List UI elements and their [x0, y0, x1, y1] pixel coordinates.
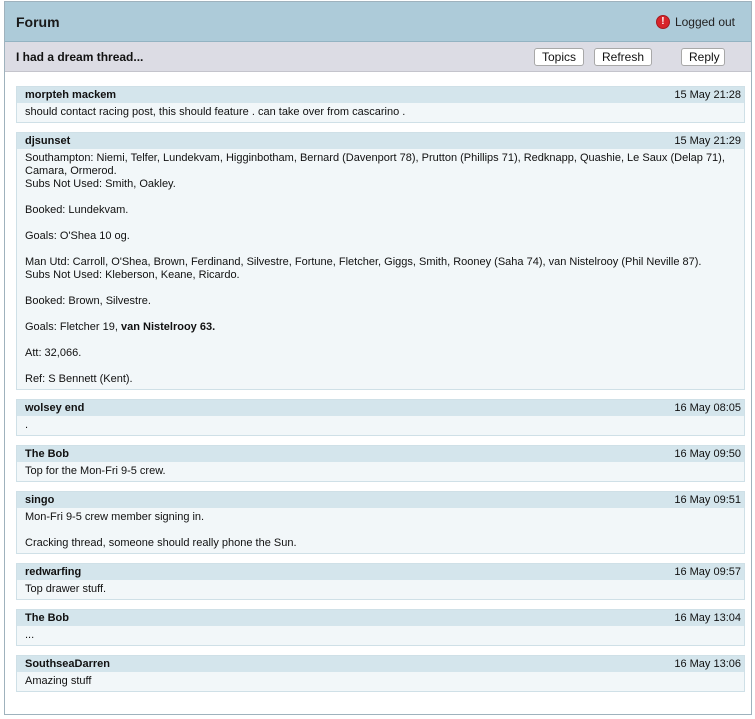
post-author[interactable]: redwarfing — [25, 566, 81, 578]
post-line: Mon-Fri 9-5 crew member signing in. — [25, 511, 205, 523]
post-author[interactable]: wolsey end — [25, 402, 84, 414]
post-body: Mon-Fri 9-5 crew member signing in. Crac… — [17, 508, 744, 553]
refresh-button[interactable]: Refresh — [594, 48, 653, 66]
thread-title: I had a dream thread... — [16, 49, 144, 64]
app-title: Forum — [16, 13, 60, 30]
post-body: should contact racing post, this should … — [17, 103, 744, 122]
post-time: 16 May 09:57 — [674, 566, 741, 578]
post-body: Amazing stuff — [17, 672, 744, 691]
post: SouthseaDarren 16 May 13:06 Amazing stuf… — [16, 655, 745, 692]
post-author[interactable]: The Bob — [25, 612, 69, 624]
post-time: 16 May 13:04 — [674, 612, 741, 624]
post-line: Goals: Fletcher 19, van Nistelrooy 63. — [25, 321, 736, 334]
header-bar: Forum ! Logged out — [5, 2, 751, 42]
post-body: ... — [17, 626, 744, 645]
post-header: redwarfing 16 May 09:57 — [17, 564, 744, 580]
post-header: SouthseaDarren 16 May 13:06 — [17, 656, 744, 672]
post-time: 15 May 21:28 — [674, 89, 741, 101]
login-status[interactable]: ! Logged out — [655, 14, 735, 29]
post-line: should contact racing post, this should … — [25, 106, 406, 118]
post-line: Booked: Brown, Silvestre. — [25, 295, 151, 307]
post-body: Southampton: Niemi, Telfer, Lundekvam, H… — [17, 149, 744, 389]
post: The Bob 16 May 13:04 ... — [16, 609, 745, 646]
post-author[interactable]: SouthseaDarren — [25, 658, 110, 670]
thread-toolbar: I had a dream thread... Topics Refresh R… — [5, 42, 751, 72]
post: djsunset 15 May 21:29 Southampton: Niemi… — [16, 132, 745, 390]
post-author[interactable]: The Bob — [25, 448, 69, 460]
post-line: . — [25, 419, 29, 431]
post-line: Subs Not Used: Smith, Oakley. — [25, 178, 176, 190]
post-author[interactable]: djsunset — [25, 135, 70, 147]
post: The Bob 16 May 09:50 Top for the Mon-Fri… — [16, 445, 745, 482]
post-line: Top for the Mon-Fri 9-5 crew. — [25, 465, 166, 477]
post-time: 16 May 09:50 — [674, 448, 741, 460]
post-header: The Bob 16 May 13:04 — [17, 610, 744, 626]
alert-icon: ! — [655, 14, 670, 29]
post-time: 16 May 08:05 — [674, 402, 741, 414]
post-author[interactable]: morpteh mackem — [25, 89, 116, 101]
post-line: Goals: O'Shea 10 og. — [25, 230, 130, 242]
post-line: Man Utd: Carroll, O'Shea, Brown, Ferdina… — [25, 256, 702, 268]
post: wolsey end 16 May 08:05 . — [16, 399, 745, 436]
post-header: wolsey end 16 May 08:05 — [17, 400, 744, 416]
reply-button[interactable]: Reply — [681, 48, 725, 66]
post-line: Ref: S Bennett (Kent). — [25, 373, 133, 385]
post-author[interactable]: singo — [25, 494, 54, 506]
post-line: Subs Not Used: Kleberson, Keane, Ricardo… — [25, 269, 240, 281]
post-time: 16 May 13:06 — [674, 658, 741, 670]
login-status-label: Logged out — [674, 14, 735, 29]
post-header: singo 16 May 09:51 — [17, 492, 744, 508]
post-header: morpteh mackem 15 May 21:28 — [17, 87, 744, 103]
post-line: Top drawer stuff. — [25, 583, 107, 595]
post-line-bold: van Nistelrooy 63. — [121, 321, 216, 333]
post-body: . — [17, 416, 744, 435]
post: morpteh mackem 15 May 21:28 should conta… — [16, 86, 745, 123]
post-line: Booked: Lundekvam. — [25, 204, 129, 216]
post-header: The Bob 16 May 09:50 — [17, 446, 744, 462]
post-line: Cracking thread, someone should really p… — [25, 537, 297, 549]
post-line-text: Goals: Fletcher 19, — [25, 321, 121, 333]
post-time: 15 May 21:29 — [674, 135, 741, 147]
post-body: Top for the Mon-Fri 9-5 crew. — [17, 462, 744, 481]
forum-window: Forum ! Logged out I had a dream thread.… — [4, 1, 752, 715]
post-line: Southampton: Niemi, Telfer, Lundekvam, H… — [25, 152, 725, 177]
post-body: Top drawer stuff. — [17, 580, 744, 599]
post-line: ... — [25, 629, 35, 641]
post-time: 16 May 09:51 — [674, 494, 741, 506]
post: redwarfing 16 May 09:57 Top drawer stuff… — [16, 563, 745, 600]
post-line: Att: 32,066. — [25, 347, 82, 359]
topics-button[interactable]: Topics — [534, 48, 585, 66]
post-line: Amazing stuff — [25, 675, 92, 687]
post-header: djsunset 15 May 21:29 — [17, 133, 744, 149]
post: singo 16 May 09:51 Mon-Fri 9-5 crew memb… — [16, 491, 745, 554]
post-list: morpteh mackem 15 May 21:28 should conta… — [5, 72, 751, 692]
